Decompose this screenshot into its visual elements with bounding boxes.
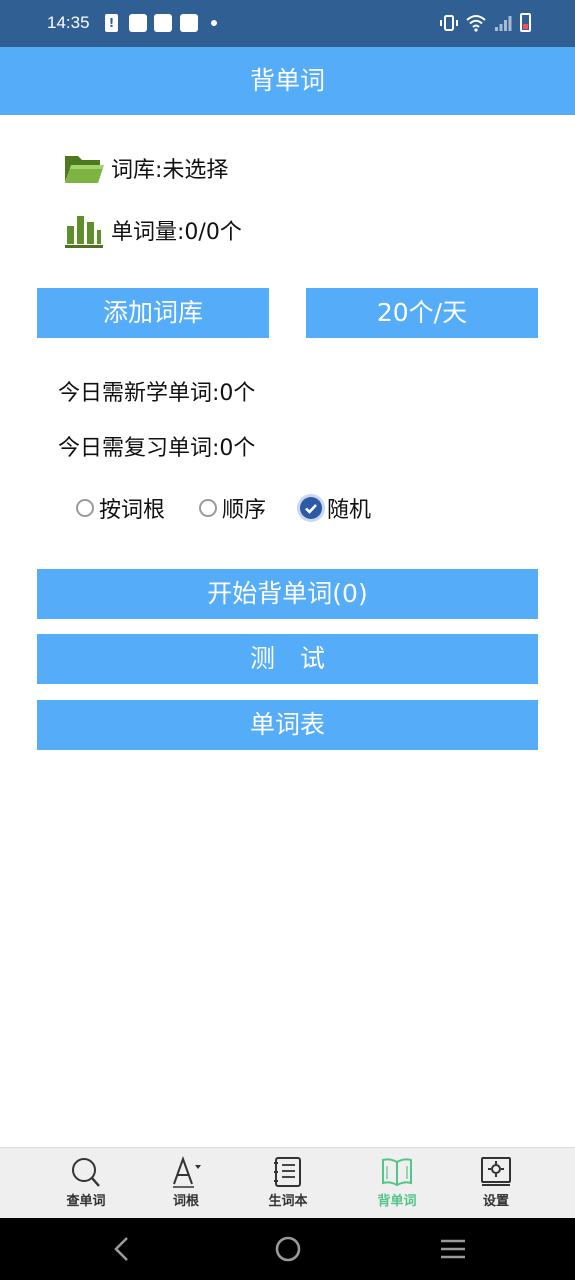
- menu-icon[interactable]: [438, 1234, 468, 1264]
- tab-vocab-book[interactable]: 生词本: [248, 1156, 328, 1209]
- tab-settings[interactable]: 设置: [456, 1156, 536, 1209]
- signal-icon: [495, 15, 512, 31]
- home-icon[interactable]: [273, 1234, 303, 1264]
- test-button[interactable]: 测 试: [37, 634, 538, 684]
- library-label: 词库:未选择: [111, 158, 229, 183]
- wifi-icon: [466, 14, 486, 32]
- bottom-nav: 查单词 词根 生词本 背单词 设置: [0, 1147, 575, 1218]
- status-bar: 14:35 !: [0, 0, 575, 47]
- library-row: 词库:未选择: [63, 150, 228, 186]
- alert-icon: !: [105, 14, 118, 32]
- font-icon: [173, 1156, 201, 1188]
- page-title: 背单词: [0, 47, 575, 115]
- radio-checked-icon: [300, 497, 323, 519]
- radio-unchecked-icon: [76, 499, 94, 517]
- tab-search-word[interactable]: 查单词: [46, 1156, 126, 1209]
- word-list-button[interactable]: 单词表: [37, 700, 538, 750]
- book-icon: [382, 1158, 412, 1187]
- radio-by-root[interactable]: 按词根: [76, 492, 165, 524]
- radio-label: 顺序: [222, 498, 267, 523]
- order-radio-group: 按词根 顺序 随机: [76, 492, 405, 524]
- system-nav-bar: [0, 1218, 575, 1280]
- status-icons: [440, 13, 531, 32]
- tab-label: 设置: [482, 1194, 509, 1209]
- battery-icon: [520, 13, 531, 32]
- search-icon: [72, 1158, 100, 1187]
- radio-label: 随机: [327, 498, 372, 523]
- tab-label: 生词本: [268, 1194, 308, 1209]
- start-learning-button[interactable]: 开始背单词(0): [37, 569, 538, 619]
- add-library-button[interactable]: 添加词库: [37, 288, 269, 338]
- word-count-label: 单词量:0/0个: [111, 220, 242, 245]
- mail-icon: [154, 14, 172, 32]
- notebook-icon: [274, 1157, 301, 1187]
- radio-unchecked-icon: [199, 499, 218, 517]
- mail-icon: [129, 14, 147, 32]
- tab-memorize[interactable]: 背单词: [357, 1156, 437, 1209]
- status-time: 14:35: [47, 13, 90, 32]
- radio-random[interactable]: 随机: [300, 492, 371, 524]
- words-per-day-button[interactable]: 20个/天: [306, 288, 538, 338]
- vibrate-icon: [440, 14, 458, 31]
- word-count-row: 单词量:0/0个: [63, 212, 242, 248]
- today-new-words: 今日需新学单词:0个: [58, 381, 256, 406]
- tab-label: 词根: [172, 1194, 199, 1209]
- radio-label: 按词根: [99, 498, 166, 523]
- back-icon[interactable]: [110, 1234, 134, 1264]
- settings-icon: [481, 1157, 511, 1186]
- radio-sequential[interactable]: 顺序: [199, 492, 266, 524]
- today-review-words: 今日需复习单词:0个: [58, 436, 256, 461]
- tab-word-root[interactable]: 词根: [146, 1156, 226, 1209]
- tab-label: 查单词: [66, 1194, 106, 1209]
- notification-dot-icon: [211, 20, 217, 26]
- tab-label: 背单词: [377, 1194, 417, 1209]
- mail-icon: [180, 14, 198, 32]
- bar-chart-icon: [65, 216, 103, 248]
- folder-icon: [65, 156, 104, 183]
